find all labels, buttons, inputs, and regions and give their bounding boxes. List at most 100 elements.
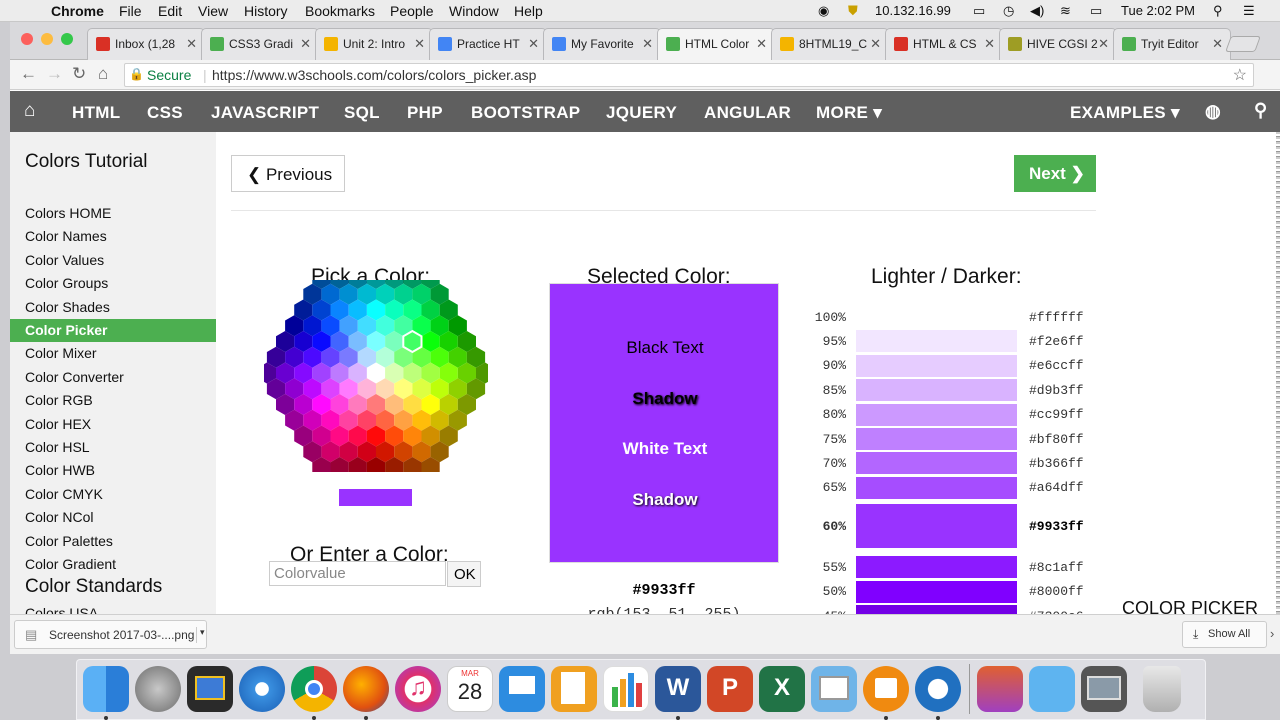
sidebar-item-color-hsl[interactable]: Color HSL — [10, 436, 216, 459]
star-icon[interactable]: ☆ — [1233, 65, 1247, 85]
shade-swatch[interactable] — [856, 379, 1017, 402]
ok-button[interactable]: OK — [447, 561, 481, 587]
tab-6[interactable]: HTML Color ✕ — [657, 28, 775, 60]
shade-swatch[interactable] — [856, 580, 1017, 603]
shade-swatch[interactable] — [856, 476, 1017, 499]
menu-history[interactable]: History — [244, 3, 288, 19]
shade-swatch-selected[interactable] — [856, 504, 1017, 549]
shade-swatch[interactable] — [856, 354, 1017, 377]
nav-php[interactable]: PHP — [407, 103, 443, 123]
zoom-window-icon[interactable] — [61, 33, 73, 45]
sidebar-item-color-shades[interactable]: Color Shades — [10, 296, 216, 319]
sidebar-item-color-groups[interactable]: Color Groups — [10, 272, 216, 295]
tab-close-icon[interactable]: ✕ — [186, 36, 197, 52]
menu-view[interactable]: View — [198, 3, 228, 19]
chrome-icon[interactable] — [291, 666, 337, 712]
photo-booth-icon[interactable] — [187, 666, 233, 712]
menu-bookmarks[interactable]: Bookmarks — [305, 3, 375, 19]
menu-file[interactable]: File — [119, 3, 142, 19]
color-value-input[interactable]: Colorvalue — [269, 561, 446, 586]
ibooks-icon[interactable] — [863, 666, 909, 712]
screenshot-stack-icon[interactable] — [1081, 666, 1127, 712]
show-all-button[interactable]: ⤓ Show All — [1182, 621, 1267, 648]
tab-close-icon[interactable]: ✕ — [1098, 36, 1109, 52]
globe-icon[interactable]: ◍ — [1205, 101, 1221, 122]
preview-icon[interactable] — [811, 666, 857, 712]
tab-10[interactable]: Tryit Editor ✕ — [1113, 28, 1231, 60]
reload-icon[interactable]: ↻ — [72, 64, 86, 84]
sidebar-item-color-cmyk[interactable]: Color CMYK — [10, 483, 216, 506]
sidebar-item-color-names[interactable]: Color Names — [10, 225, 216, 248]
close-window-icon[interactable] — [21, 33, 33, 45]
notification-center-icon[interactable]: ☰ — [1243, 3, 1255, 19]
nav-more[interactable]: MORE ▾ — [816, 103, 882, 123]
nav-jquery[interactable]: JQUERY — [606, 103, 677, 123]
shade-swatch[interactable] — [856, 403, 1017, 426]
nav-sql[interactable]: SQL — [344, 103, 380, 123]
sidebar-item-color-gradient[interactable]: Color Gradient — [10, 553, 216, 576]
sidebar-item-color-rgb[interactable]: Color RGB — [10, 389, 216, 412]
spotlight-icon[interactable]: ⚲ — [1213, 3, 1223, 19]
address-bar[interactable]: 🔒 Secure | https://www.w3schools.com/col… — [124, 63, 1254, 87]
tab-3[interactable]: Unit 2: Intro ✕ — [315, 28, 433, 60]
shade-swatch[interactable] — [856, 306, 1017, 328]
sidebar-item-color-picker[interactable]: Color Picker — [10, 319, 216, 342]
sidebar-item-color-mixer[interactable]: Color Mixer — [10, 342, 216, 365]
tab-close-icon[interactable]: ✕ — [984, 36, 995, 52]
airplay-icon[interactable]: ▭ — [973, 3, 985, 19]
finder-icon[interactable] — [83, 666, 129, 712]
tab-close-icon[interactable]: ✕ — [300, 36, 311, 52]
tab-close-icon[interactable]: ✕ — [528, 36, 539, 52]
tab-close-icon[interactable]: ✕ — [642, 36, 653, 52]
folder-icon[interactable] — [1029, 666, 1075, 712]
excel-icon[interactable]: X — [759, 666, 805, 712]
close-shelf-icon[interactable]: › — [1270, 626, 1274, 641]
sidebar-item-color-values[interactable]: Color Values — [10, 249, 216, 272]
numbers-icon[interactable] — [603, 666, 649, 712]
sidebar-item-colors-home[interactable]: Colors HOME — [10, 202, 216, 225]
sidebar-item-color-converter[interactable]: Color Converter — [10, 366, 216, 389]
menu-people[interactable]: People — [390, 3, 434, 19]
volume-icon[interactable]: ◀) — [1030, 3, 1044, 19]
menu-window[interactable]: Window — [449, 3, 499, 19]
tab-2[interactable]: CSS3 Gradi ✕ — [201, 28, 319, 60]
tab-1[interactable]: Inbox (1,28 ✕ — [87, 28, 205, 60]
quicktime-icon[interactable] — [915, 666, 961, 712]
tab-4[interactable]: Practice HT ✕ — [429, 28, 547, 60]
shade-swatch[interactable] — [856, 330, 1017, 353]
tab-close-icon[interactable]: ✕ — [756, 36, 767, 52]
time-machine-icon[interactable]: ◷ — [1003, 3, 1014, 19]
sidebar-item-color-hwb[interactable]: Color HWB — [10, 459, 216, 482]
sidebar-item-colors-usa[interactable]: Colors USA — [10, 602, 216, 614]
tab-close-icon[interactable]: ✕ — [870, 36, 881, 52]
tab-5[interactable]: My Favorite ✕ — [543, 28, 661, 60]
tab-8[interactable]: HTML & CS ✕ — [885, 28, 1003, 60]
home-icon[interactable]: ⌂ — [98, 64, 108, 84]
menu-help[interactable]: Help — [514, 3, 543, 19]
menu-app-chrome[interactable]: Chrome — [51, 3, 104, 19]
search-icon[interactable]: ⚲ — [1254, 100, 1267, 121]
shade-swatch[interactable] — [856, 605, 1017, 614]
tab-7[interactable]: 8HTML19_C ✕ — [771, 28, 889, 60]
download-item[interactable]: ▤ Screenshot 2017-03-....png ▾ — [14, 620, 207, 649]
forward-icon[interactable]: → — [46, 64, 63, 84]
battery-icon[interactable]: ▭ — [1090, 3, 1102, 19]
itunes-icon[interactable]: ♫ — [395, 666, 441, 712]
previous-button[interactable]: ❮ Previous — [231, 155, 345, 192]
nav-bootstrap[interactable]: BOOTSTRAP — [471, 103, 580, 123]
record-icon[interactable]: ◉ — [818, 3, 829, 19]
sidebar-item-color-palettes[interactable]: Color Palettes — [10, 530, 216, 553]
safari-icon[interactable] — [239, 666, 285, 712]
shade-swatch[interactable] — [856, 556, 1017, 579]
nav-html[interactable]: HTML — [72, 103, 120, 123]
home-icon[interactable]: ⌂ — [24, 100, 36, 122]
clock[interactable]: Tue 2:02 PM — [1121, 3, 1195, 18]
word-icon[interactable]: W — [655, 666, 701, 712]
back-icon[interactable]: ← — [20, 64, 37, 84]
shade-swatch[interactable] — [856, 428, 1017, 450]
firefox-icon[interactable] — [343, 666, 389, 712]
color-hexagon-map[interactable] — [264, 280, 488, 472]
minimize-window-icon[interactable] — [41, 33, 53, 45]
sidebar-item-color-ncol[interactable]: Color NCol — [10, 506, 216, 529]
nav-examples[interactable]: EXAMPLES ▾ — [1070, 103, 1180, 123]
